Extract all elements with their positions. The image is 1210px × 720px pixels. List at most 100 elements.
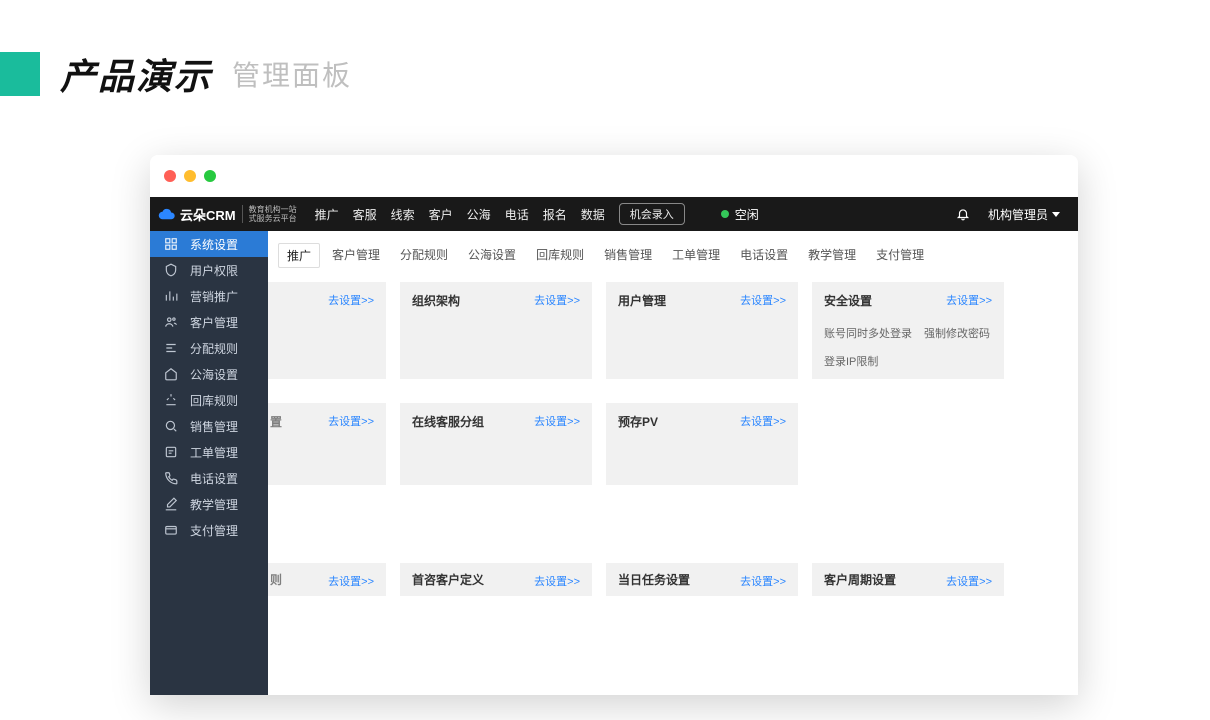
card-sub-options: 账号同时多处登录强制修改密码登录IP限制 [824, 325, 992, 369]
tab-0[interactable]: 推广 [278, 243, 320, 268]
sidebar-item-sales-mgmt-icon [164, 419, 178, 433]
sidebar-item-label: 分配规则 [190, 340, 238, 357]
tab-9[interactable]: 支付管理 [868, 243, 932, 268]
sidebar-item-user-permissions-icon [164, 263, 178, 277]
app-window: 云朵CRM 教育机构一站式服务云平台 推广 客服 线索 客户 公海 电话 报名 … [150, 155, 1078, 695]
go-settings-link[interactable]: 去设置>> [328, 292, 374, 308]
setting-card: 首咨客户定义去设置>> [400, 563, 592, 596]
nav-signup[interactable]: 报名 [543, 206, 567, 223]
go-settings-link[interactable]: 去设置>> [740, 413, 786, 429]
tab-5[interactable]: 销售管理 [596, 243, 660, 268]
sidebar-item-return-rules[interactable]: 回库规则 [150, 387, 268, 413]
tab-7[interactable]: 电话设置 [732, 243, 796, 268]
tab-2[interactable]: 分配规则 [392, 243, 456, 268]
setting-card: 置去设置>> [268, 403, 386, 485]
sidebar-item-public-pool-icon [164, 367, 178, 381]
card-sub-item[interactable]: 登录IP限制 [824, 353, 878, 369]
bell-icon[interactable] [956, 207, 970, 221]
sidebar-item-label: 销售管理 [190, 418, 238, 435]
sidebar-item-label: 支付管理 [190, 522, 238, 539]
nav-customer[interactable]: 客户 [429, 206, 453, 223]
close-dot[interactable] [164, 170, 176, 182]
slide-subtitle: 管理面板 [232, 54, 352, 94]
slide-header: 产品演示 管理面板 [0, 48, 352, 100]
logo-tagline: 教育机构一站式服务云平台 [242, 205, 297, 223]
sidebar-item-ticket-mgmt-icon [164, 445, 178, 459]
nav-promo[interactable]: 推广 [315, 206, 339, 223]
go-settings-link[interactable]: 去设置>> [740, 292, 786, 308]
sidebar-item-label: 营销推广 [190, 288, 238, 305]
card-sub-item[interactable]: 强制修改密码 [924, 325, 990, 341]
go-settings-link[interactable]: 去设置>> [328, 413, 374, 429]
cloud-icon [158, 205, 176, 223]
sidebar-item-customer-mgmt[interactable]: 客户管理 [150, 309, 268, 335]
sidebar-item-label: 回库规则 [190, 392, 238, 409]
card-row-2: 置去设置>>在线客服分组去设置>>预存PV去设置>> [268, 403, 1078, 485]
sidebar-item-marketing-icon [164, 289, 178, 303]
sidebar-item-marketing[interactable]: 营销推广 [150, 283, 268, 309]
content-area: 推广客户管理分配规则公海设置回库规则销售管理工单管理电话设置教学管理支付管理 去… [268, 231, 1078, 695]
sidebar-item-sales-mgmt[interactable]: 销售管理 [150, 413, 268, 439]
sidebar-item-phone-settings[interactable]: 电话设置 [150, 465, 268, 491]
sidebar-item-label: 工单管理 [190, 444, 238, 461]
sidebar-item-public-pool[interactable]: 公海设置 [150, 361, 268, 387]
header-accent [0, 52, 40, 96]
sidebar-item-teaching-mgmt[interactable]: 教学管理 [150, 491, 268, 517]
sidebar-item-allocation-rules[interactable]: 分配规则 [150, 335, 268, 361]
nav-data[interactable]: 数据 [581, 206, 605, 223]
user-role-dropdown[interactable]: 机构管理员 [988, 206, 1060, 223]
sidebar-item-label: 用户权限 [190, 262, 238, 279]
nav-service[interactable]: 客服 [353, 206, 377, 223]
setting-card: 预存PV去设置>> [606, 403, 798, 485]
sidebar: 系统设置用户权限营销推广客户管理分配规则公海设置回库规则销售管理工单管理电话设置… [150, 231, 268, 695]
setting-card: 安全设置去设置>>账号同时多处登录强制修改密码登录IP限制 [812, 282, 1004, 379]
record-opportunity-button[interactable]: 机会录入 [619, 203, 685, 225]
tab-1[interactable]: 客户管理 [324, 243, 388, 268]
go-settings-link[interactable]: 去设置>> [534, 413, 580, 429]
sidebar-item-ticket-mgmt[interactable]: 工单管理 [150, 439, 268, 465]
go-settings-link[interactable]: 去设置>> [534, 292, 580, 308]
sidebar-item-user-permissions[interactable]: 用户权限 [150, 257, 268, 283]
sidebar-item-payment-mgmt[interactable]: 支付管理 [150, 517, 268, 543]
setting-card: 去设置>> [268, 282, 386, 379]
nav-leads[interactable]: 线索 [391, 206, 415, 223]
sidebar-item-label: 电话设置 [190, 470, 238, 487]
nav-public[interactable]: 公海 [467, 206, 491, 223]
logo[interactable]: 云朵CRM 教育机构一站式服务云平台 [150, 197, 305, 231]
go-settings-link[interactable]: 去设置>> [946, 292, 992, 308]
setting-card: 用户管理去设置>> [606, 282, 798, 379]
sidebar-item-system-settings[interactable]: 系统设置 [150, 231, 268, 257]
sidebar-item-return-rules-icon [164, 393, 178, 407]
status-text: 空闲 [735, 206, 759, 223]
topbar: 云朵CRM 教育机构一站式服务云平台 推广 客服 线索 客户 公海 电话 报名 … [150, 197, 1078, 231]
setting-card: 当日任务设置去设置>> [606, 563, 798, 596]
setting-card: 客户周期设置去设置>> [812, 563, 1004, 596]
tab-4[interactable]: 回库规则 [528, 243, 592, 268]
minimize-dot[interactable] [184, 170, 196, 182]
status-indicator[interactable]: 空闲 [721, 206, 759, 223]
setting-card: 组织架构去设置>> [400, 282, 592, 379]
sidebar-item-label: 客户管理 [190, 314, 238, 331]
sidebar-item-allocation-rules-icon [164, 341, 178, 355]
sidebar-item-teaching-mgmt-icon [164, 497, 178, 511]
nav-phone[interactable]: 电话 [505, 206, 529, 223]
maximize-dot[interactable] [204, 170, 216, 182]
cards-container: 去设置>>组织架构去设置>>用户管理去设置>>安全设置去设置>>账号同时多处登录… [268, 282, 1078, 596]
tab-8[interactable]: 教学管理 [800, 243, 864, 268]
go-settings-link[interactable]: 去设置>> [740, 573, 786, 589]
go-settings-link[interactable]: 去设置>> [946, 573, 992, 589]
sidebar-item-system-settings-icon [164, 237, 178, 251]
go-settings-link[interactable]: 去设置>> [534, 573, 580, 589]
tab-3[interactable]: 公海设置 [460, 243, 524, 268]
sidebar-item-payment-mgmt-icon [164, 523, 178, 537]
tab-6[interactable]: 工单管理 [664, 243, 728, 268]
sidebar-item-label: 教学管理 [190, 496, 238, 513]
go-settings-link[interactable]: 去设置>> [328, 573, 374, 589]
user-role-label: 机构管理员 [988, 206, 1048, 223]
top-nav: 推广 客服 线索 客户 公海 电话 报名 数据 [315, 206, 605, 223]
setting-card: 在线客服分组去设置>> [400, 403, 592, 485]
card-sub-item[interactable]: 账号同时多处登录 [824, 325, 912, 341]
card-row-1: 去设置>>组织架构去设置>>用户管理去设置>>安全设置去设置>>账号同时多处登录… [268, 282, 1078, 379]
sidebar-item-label: 公海设置 [190, 366, 238, 383]
chevron-down-icon [1052, 212, 1060, 217]
